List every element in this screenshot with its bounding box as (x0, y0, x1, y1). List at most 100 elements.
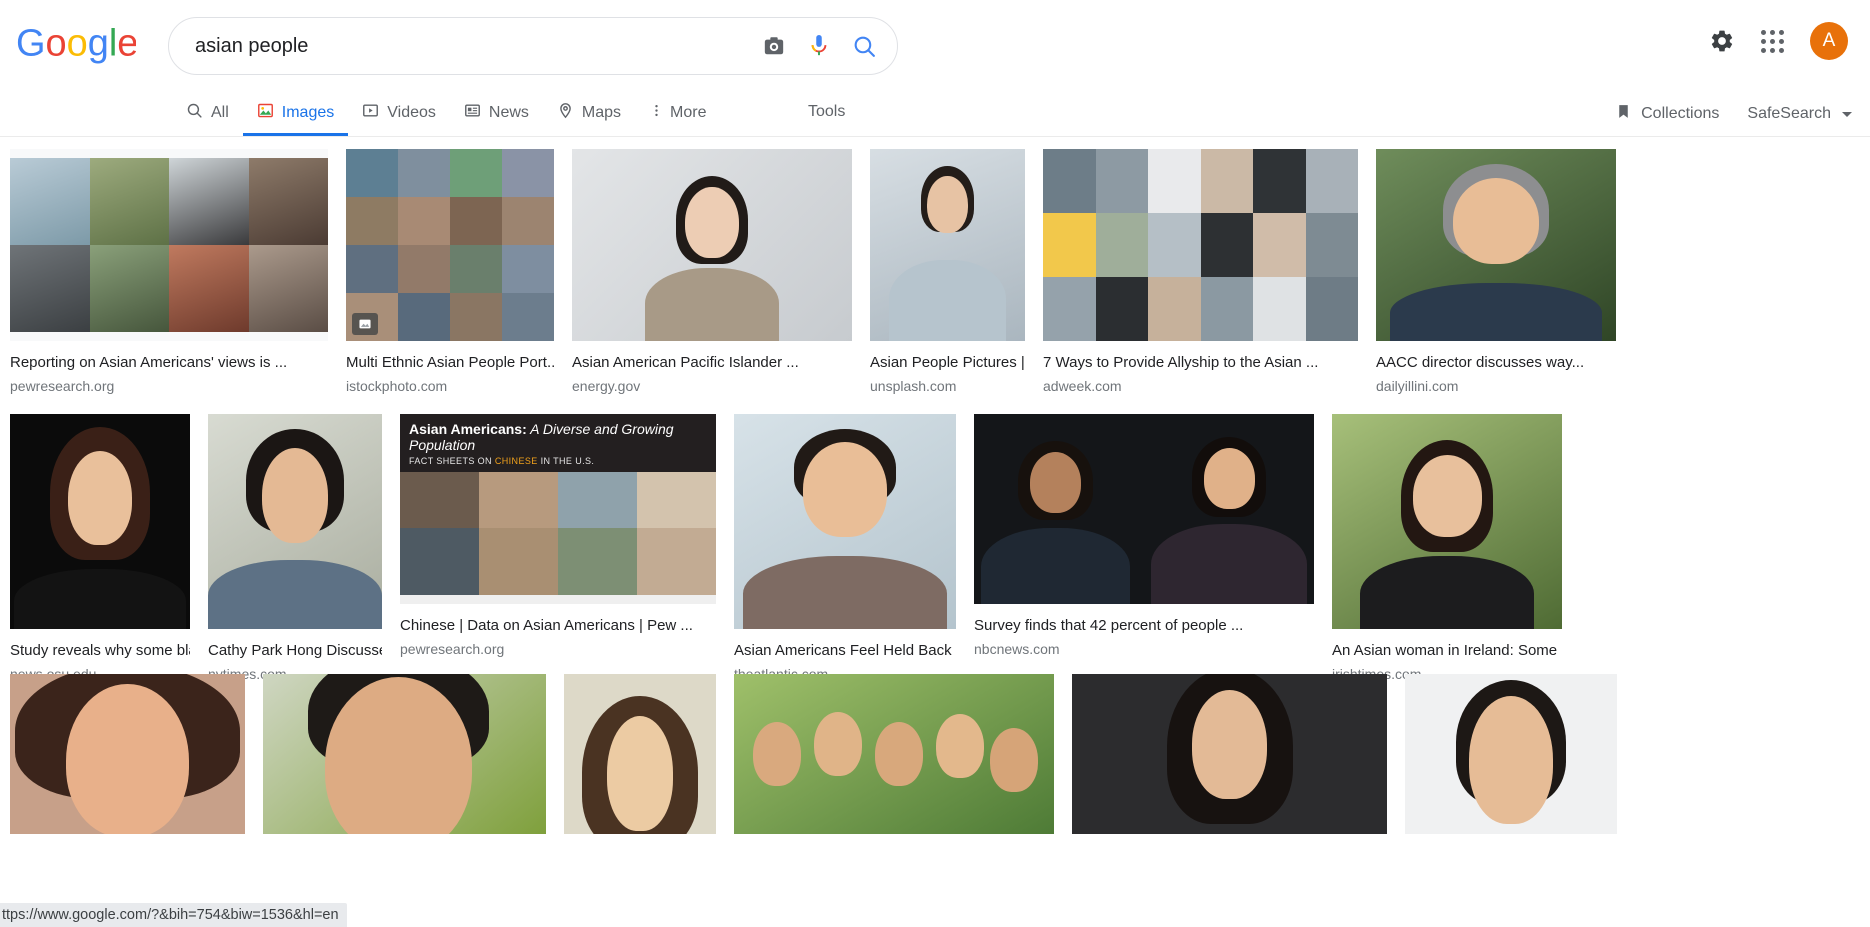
nav-right-actions: Collections SafeSearch (1615, 102, 1852, 126)
collections-label: Collections (1641, 105, 1720, 122)
result-title[interactable]: Study reveals why some bla... (10, 641, 190, 660)
map-pin-icon (557, 102, 574, 124)
result-thumbnail[interactable] (263, 674, 546, 834)
result-tile[interactable]: Multi Ethnic Asian People Port... istock… (346, 149, 554, 395)
result-source: adweek.com (1043, 378, 1122, 394)
result-thumbnail[interactable] (10, 674, 245, 834)
header-actions: A (1709, 22, 1848, 60)
tools-button[interactable]: Tools (808, 103, 845, 121)
result-thumbnail[interactable] (734, 414, 956, 629)
image-icon (257, 102, 274, 124)
page-header: Google (0, 0, 1870, 92)
tab-more-label: More (670, 103, 707, 121)
result-tile[interactable]: Asian Americans Feel Held Back at... the… (734, 414, 956, 683)
tab-more[interactable]: More (635, 92, 720, 136)
result-thumbnail[interactable] (1376, 149, 1616, 341)
result-tile[interactable]: Asian Americans: A Diverse and Growing P… (400, 414, 716, 658)
avatar[interactable]: A (1810, 22, 1848, 60)
gear-icon[interactable] (1709, 28, 1735, 54)
result-thumbnail[interactable] (572, 149, 852, 341)
result-thumbnail[interactable]: Asian Americans: A Diverse and Growing P… (400, 414, 716, 604)
bookmark-icon (1615, 102, 1632, 126)
result-title[interactable]: AACC director discusses way... (1376, 353, 1616, 372)
result-title[interactable]: 7 Ways to Provide Allyship to the Asian … (1043, 353, 1358, 372)
result-title[interactable]: Multi Ethnic Asian People Port... (346, 353, 554, 372)
result-source: unsplash.com (870, 378, 957, 394)
result-title[interactable]: Asian American Pacific Islander ... (572, 353, 852, 372)
video-icon (362, 102, 379, 124)
result-tile[interactable] (564, 674, 716, 834)
result-title[interactable]: Chinese | Data on Asian Americans | Pew … (400, 616, 716, 635)
tab-news[interactable]: News (450, 92, 543, 136)
safesearch-dropdown[interactable]: SafeSearch (1747, 105, 1852, 123)
result-source: nbcnews.com (974, 641, 1060, 657)
result-tile[interactable] (734, 674, 1054, 834)
result-tile[interactable]: AACC director discusses way... dailyilli… (1376, 149, 1616, 395)
search-box[interactable] (168, 17, 898, 75)
results-row: Study reveals why some bla... news.osu.e… (0, 414, 1870, 682)
result-thumbnail[interactable] (10, 414, 190, 629)
results-row: Reporting on Asian Americans' views is .… (0, 149, 1870, 414)
result-tile[interactable]: An Asian woman in Ireland: Some ... iris… (1332, 414, 1562, 683)
result-thumbnail[interactable] (208, 414, 382, 629)
result-tile[interactable]: Asian American Pacific Islander ... ener… (572, 149, 852, 395)
svg-text:Google: Google (16, 24, 136, 65)
result-source: istockphoto.com (346, 378, 448, 394)
result-tile[interactable] (263, 674, 546, 834)
result-thumbnail[interactable] (870, 149, 1025, 341)
result-title[interactable]: Survey finds that 42 percent of people .… (974, 616, 1314, 635)
result-source: pewresearch.org (10, 378, 115, 394)
result-thumbnail[interactable] (564, 674, 716, 834)
tab-videos-label: Videos (387, 103, 436, 121)
result-thumbnail[interactable] (10, 149, 328, 341)
chevron-down-icon (1842, 111, 1852, 117)
result-tile[interactable]: Study reveals why some bla... news.osu.e… (10, 414, 190, 683)
camera-icon[interactable] (762, 35, 786, 57)
news-icon (464, 102, 481, 124)
result-title[interactable]: Cathy Park Hong Discusse... (208, 641, 382, 660)
result-tile[interactable]: Asian People Pictures |... unsplash.com (870, 149, 1025, 395)
result-tile[interactable] (1405, 674, 1617, 834)
apps-grid-icon[interactable] (1761, 29, 1784, 53)
safesearch-label: SafeSearch (1747, 105, 1831, 122)
google-logo[interactable]: Google (16, 23, 138, 66)
results-row (0, 674, 1870, 927)
result-tile[interactable] (10, 674, 245, 834)
tab-maps-label: Maps (581, 103, 622, 121)
tab-all[interactable]: All (172, 92, 243, 136)
result-thumbnail[interactable] (1072, 674, 1387, 834)
tab-videos[interactable]: Videos (348, 92, 450, 136)
microphone-icon[interactable] (808, 33, 830, 59)
tab-all-label: All (211, 103, 229, 121)
infographic-banner: Asian Americans: A Diverse and Growing P… (400, 414, 716, 472)
result-title[interactable]: An Asian woman in Ireland: Some ... (1332, 641, 1562, 660)
result-tile[interactable]: Reporting on Asian Americans' views is .… (10, 149, 328, 395)
result-thumbnail[interactable] (734, 674, 1054, 834)
search-input[interactable] (195, 34, 762, 58)
result-thumbnail[interactable] (974, 414, 1314, 604)
result-thumbnail[interactable] (346, 149, 554, 341)
result-tile[interactable]: Cathy Park Hong Discusse... nytimes.com (208, 414, 382, 683)
result-title[interactable]: Asian People Pictures |... (870, 353, 1025, 372)
result-thumbnail[interactable] (1405, 674, 1617, 834)
result-source: energy.gov (572, 378, 641, 394)
result-title[interactable]: Reporting on Asian Americans' views is .… (10, 353, 328, 372)
infographic-subtitle-post: IN THE U.S. (537, 456, 595, 466)
result-tile[interactable]: Survey finds that 42 percent of people .… (974, 414, 1314, 658)
status-bar-url: ttps://www.google.com/?&bih=754&biw=1536… (0, 903, 347, 927)
result-thumbnail[interactable] (1043, 149, 1358, 341)
result-source: dailyillini.com (1376, 378, 1459, 394)
tab-images[interactable]: Images (242, 92, 349, 136)
more-vertical-icon (649, 102, 664, 124)
infographic-title-bold: Asian Americans: (409, 421, 527, 437)
result-tile[interactable] (1072, 674, 1387, 834)
tab-maps[interactable]: Maps (543, 92, 635, 136)
image-badge-icon (352, 313, 378, 335)
search-submit-icon[interactable] (852, 34, 877, 59)
infographic-subtitle-highlight: CHINESE (494, 456, 538, 466)
result-title[interactable]: Asian Americans Feel Held Back at... (734, 641, 956, 660)
tab-news-label: News (488, 103, 529, 121)
collections-button[interactable]: Collections (1615, 102, 1719, 126)
result-thumbnail[interactable] (1332, 414, 1562, 629)
result-tile[interactable]: 7 Ways to Provide Allyship to the Asian … (1043, 149, 1358, 395)
